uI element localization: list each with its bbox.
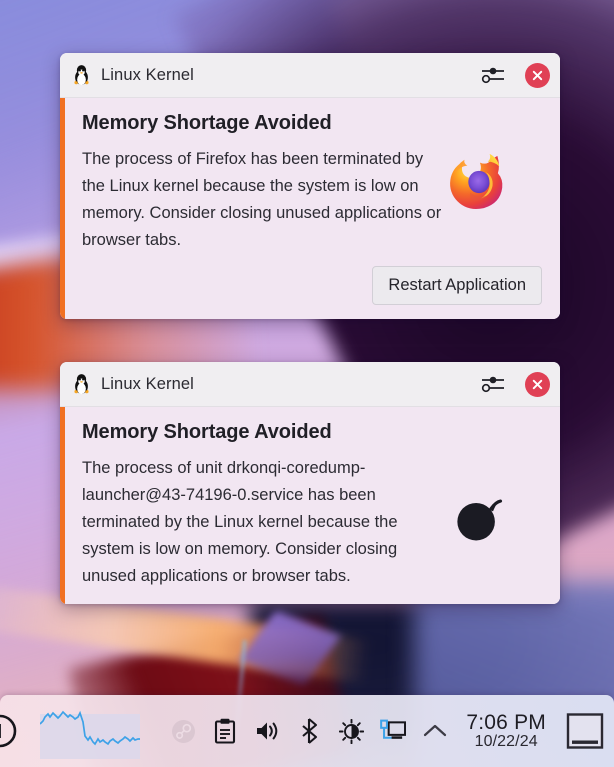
close-icon <box>532 70 543 80</box>
bluetooth-icon[interactable] <box>296 717 322 745</box>
notification-body: Memory Shortage Avoided The process of F… <box>60 98 560 319</box>
desktop[interactable]: Linux Kernel Memory Shortage Avoided The… <box>0 0 614 767</box>
tux-penguin-icon <box>74 374 89 395</box>
brightness-icon[interactable] <box>338 717 364 745</box>
accent-bar <box>60 98 65 319</box>
notification-actions: Restart Application <box>82 266 542 305</box>
tux-penguin-icon <box>74 65 89 86</box>
clipboard-icon[interactable] <box>212 717 238 745</box>
notification-body: Memory Shortage Avoided The process of u… <box>60 407 560 604</box>
notification-app-name: Linux Kernel <box>101 65 194 84</box>
clock-date: 10/22/24 <box>474 732 538 750</box>
chevron-up-icon[interactable] <box>422 717 448 745</box>
notification-popup[interactable]: Linux Kernel Memory Shortage Avoided The… <box>60 53 560 319</box>
accent-bar <box>60 407 65 604</box>
taskbar[interactable]: 7:06 PM 10/22/24 <box>0 695 614 767</box>
notification-title: Memory Shortage Avoided <box>82 421 332 443</box>
notification-popup[interactable]: Linux Kernel Memory Shortage Avoided The… <box>60 362 560 604</box>
notification-header: Linux Kernel <box>60 362 560 407</box>
clock-widget[interactable]: 7:06 PM 10/22/24 <box>466 710 546 751</box>
sliders-icon[interactable] <box>480 374 506 394</box>
firefox-logo-icon <box>450 153 503 210</box>
close-icon <box>532 379 543 389</box>
clock-time: 7:06 PM <box>466 710 546 734</box>
notification-title: Memory Shortage Avoided <box>82 112 332 134</box>
sliders-icon[interactable] <box>480 65 506 85</box>
notification-content-row: The process of unit drkonqi-coredump-lau… <box>82 455 542 590</box>
restart-application-button[interactable]: Restart Application <box>372 266 542 305</box>
bomb-icon <box>455 499 503 542</box>
notification-header: Linux Kernel <box>60 53 560 98</box>
notification-thumbnail <box>442 146 514 212</box>
notification-app-name: Linux Kernel <box>101 374 194 393</box>
display-icon[interactable] <box>380 717 407 745</box>
close-button[interactable] <box>525 371 550 397</box>
notification-content-row: The process of Firefox has been terminat… <box>82 146 542 254</box>
close-button[interactable] <box>525 62 550 88</box>
notification-message: The process of Firefox has been terminat… <box>82 150 442 249</box>
steam-icon[interactable] <box>170 717 196 745</box>
notification-thumbnail <box>442 455 514 547</box>
show-desktop-button[interactable] <box>564 712 606 750</box>
media-pause-icon[interactable] <box>0 709 24 753</box>
volume-icon[interactable] <box>254 717 280 745</box>
system-tray <box>170 717 448 745</box>
notification-message: The process of unit drkonqi-coredump-lau… <box>82 459 398 585</box>
cpu-usage-graph[interactable] <box>39 704 140 759</box>
